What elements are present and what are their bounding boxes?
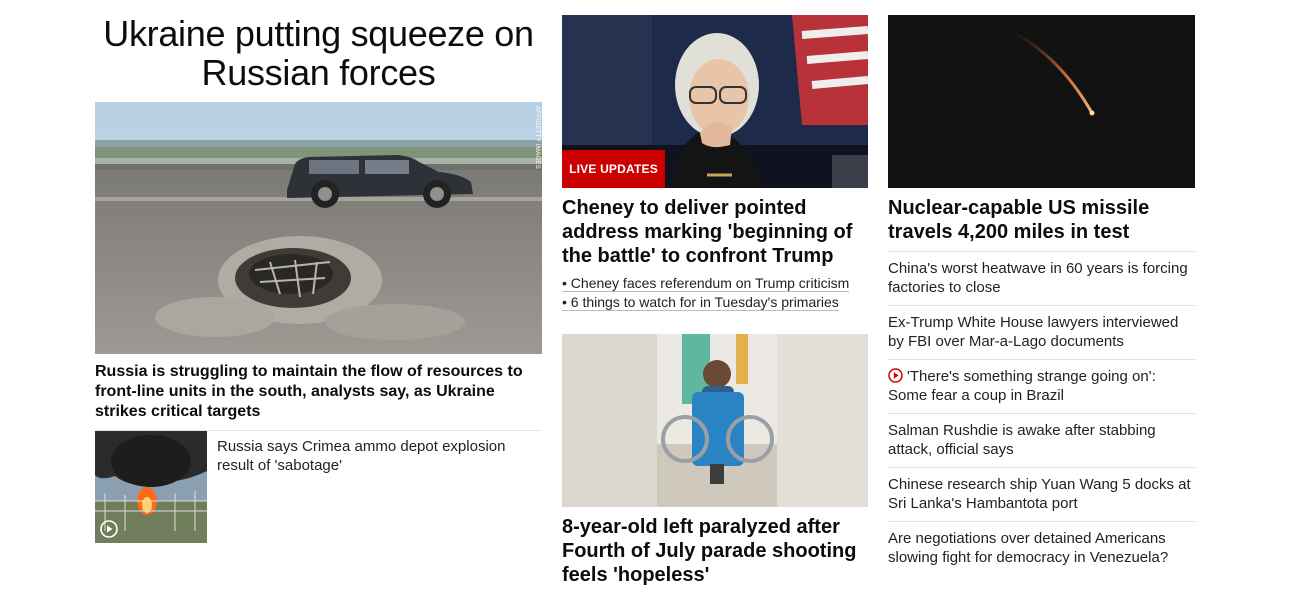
missile-story-image[interactable] — [888, 15, 1195, 188]
missile-headline: Nuclear-capable US missile travels 4,200… — [888, 197, 1150, 243]
crimea-story-link[interactable]: Russia says Crimea ammo depot explosion … — [95, 431, 542, 543]
crimea-story-headline: Russia says Crimea ammo depot explosion … — [217, 438, 506, 474]
list-item-text: Are negotiations over detained Americans… — [888, 530, 1169, 566]
list-item-brazil-coup[interactable]: 'There's something strange going on': So… — [888, 359, 1195, 413]
list-item-trump-lawyers[interactable]: Ex-Trump White House lawyers interviewed… — [888, 305, 1195, 359]
list-item-venezuela[interactable]: Are negotiations over detained Americans… — [888, 521, 1195, 575]
video-play-icon — [100, 520, 118, 538]
crimea-story-image — [95, 431, 207, 543]
list-item-text: Ex-Trump White House lawyers interviewed… — [888, 314, 1179, 350]
related-link-referendum[interactable]: • Cheney faces referendum on Trump criti… — [562, 274, 868, 293]
live-updates-badge: LIVE UPDATES — [562, 150, 665, 188]
video-play-icon — [888, 368, 903, 383]
list-item-heatwave[interactable]: China's worst heatwave in 60 years is fo… — [888, 251, 1195, 305]
cheney-headline: Cheney to deliver pointed address markin… — [562, 197, 853, 267]
lead-story-column: Ukraine putting squeeze on Russian force… — [95, 0, 542, 543]
lead-story-image[interactable]: AFP/GETTY IMAGES — [95, 102, 542, 354]
headline-list: China's worst heatwave in 60 years is fo… — [888, 251, 1195, 575]
wheelchair-photo — [562, 334, 868, 507]
paralyzed-boy-image[interactable] — [562, 334, 868, 507]
list-item-text: Chinese research ship Yuan Wang 5 docks … — [888, 476, 1191, 512]
related-link-primaries[interactable]: • 6 things to watch for in Tuesday's pri… — [562, 293, 868, 312]
road-crater-photo — [95, 102, 542, 354]
related-links: • Cheney faces referendum on Trump criti… — [562, 274, 868, 312]
list-item-yuan-wang[interactable]: Chinese research ship Yuan Wang 5 docks … — [888, 467, 1195, 521]
lead-story-caption-link[interactable]: Russia is struggling to maintain the flo… — [95, 362, 542, 422]
photo-credit: AFP/GETTY IMAGES — [534, 106, 540, 170]
lead-story-caption: Russia is struggling to maintain the flo… — [95, 363, 523, 420]
paralyzed-boy-headline: 8-year-old left paralyzed after Fourth o… — [562, 516, 857, 586]
list-item-rushdie[interactable]: Salman Rushdie is awake after stabbing a… — [888, 413, 1195, 467]
right-column: Nuclear-capable US missile travels 4,200… — [888, 0, 1195, 575]
related-link-label: • 6 things to watch for in Tuesday's pri… — [562, 294, 839, 311]
middle-column: LIVE UPDATES Cheney to deliver pointed a… — [562, 0, 868, 587]
related-link-label: • Cheney faces referendum on Trump criti… — [562, 275, 850, 292]
lead-story-title: Ukraine putting squeeze on Russian force… — [103, 13, 534, 93]
lead-story-title-link[interactable]: Ukraine putting squeeze on Russian force… — [95, 14, 542, 92]
paralyzed-boy-headline-link[interactable]: 8-year-old left paralyzed after Fourth o… — [562, 515, 868, 587]
list-item-text: China's worst heatwave in 60 years is fo… — [888, 260, 1188, 296]
cheney-headline-link[interactable]: Cheney to deliver pointed address markin… — [562, 196, 868, 268]
missile-night-photo — [888, 15, 1195, 188]
list-item-text: 'There's something strange going on': So… — [888, 368, 1156, 404]
missile-headline-link[interactable]: Nuclear-capable US missile travels 4,200… — [888, 196, 1195, 244]
cheney-story-image[interactable]: LIVE UPDATES — [562, 15, 868, 188]
list-item-text: Salman Rushdie is awake after stabbing a… — [888, 422, 1156, 458]
